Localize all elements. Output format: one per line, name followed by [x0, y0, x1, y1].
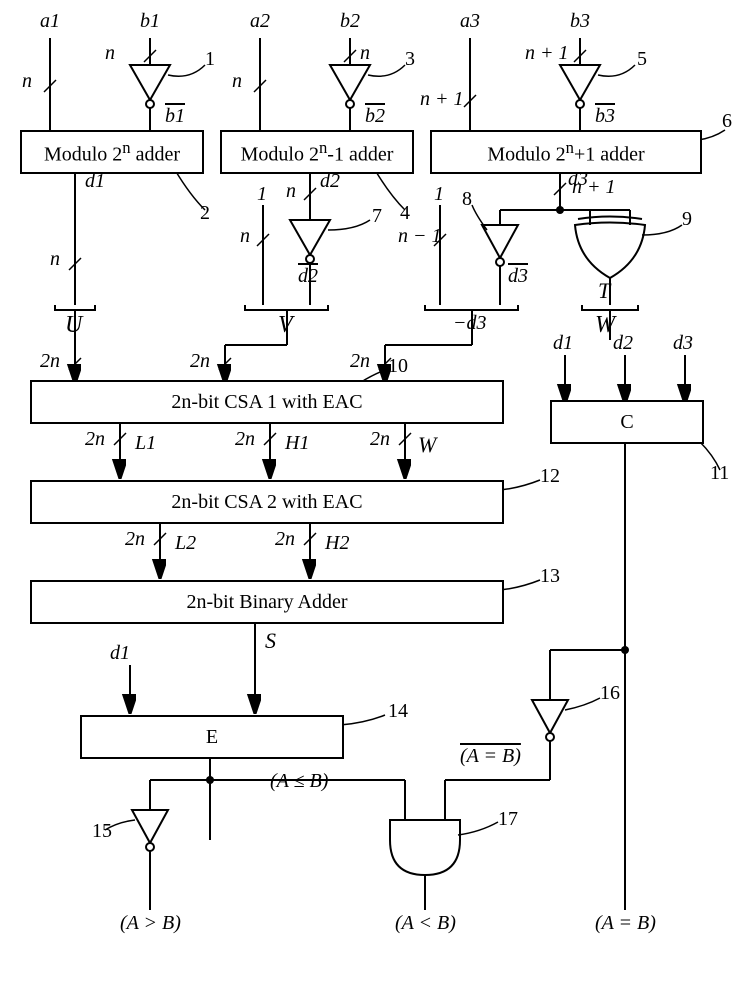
res-aeqb: (A = B)	[595, 912, 656, 935]
ref-9: 9	[682, 208, 692, 231]
aeqb-bar: (A = B)	[460, 745, 521, 768]
ref-10: 10	[388, 355, 408, 378]
b2bar: b2	[365, 105, 385, 128]
const1-v: 1	[257, 183, 267, 206]
ref-12: 12	[540, 465, 560, 488]
label-b3: b3	[570, 10, 590, 33]
width-U: 2n	[40, 350, 60, 373]
binary-adder-box: 2n-bit Binary Adder	[30, 580, 504, 624]
label-b1: b1	[140, 10, 160, 33]
c-d2: d2	[613, 332, 633, 355]
sig-H2: H2	[325, 532, 349, 555]
csa2-box: 2n-bit CSA 2 with EAC	[30, 480, 504, 524]
C-box: C	[550, 400, 704, 444]
ref-4: 4	[400, 202, 410, 225]
res-altb: (A < B)	[395, 912, 456, 935]
ref-1: 1	[205, 48, 215, 71]
width-a2: n	[232, 70, 242, 93]
width-1d3: n − 1	[398, 225, 442, 248]
ref-7: 7	[372, 205, 382, 228]
sig-T: T	[598, 278, 610, 304]
width-a1: n	[22, 70, 32, 93]
ref-2: 2	[200, 202, 210, 225]
c-d3: d3	[673, 332, 693, 355]
modulo-2n-adder: Modulo 2n adder	[20, 130, 204, 174]
res-aleb: (A ≤ B)	[270, 770, 328, 793]
csa1-box: 2n-bit CSA 1 with EAC	[30, 380, 504, 424]
ref-3: 3	[405, 48, 415, 71]
sig-L2: L2	[175, 532, 196, 555]
ref-6: 6	[722, 110, 732, 133]
sig-S: S	[265, 628, 276, 654]
width-d1: n	[50, 248, 60, 271]
w-H2: 2n	[275, 528, 295, 551]
sig-L1: L1	[135, 432, 156, 455]
ref-16: 16	[600, 682, 620, 705]
ref-11: 11	[710, 462, 729, 485]
label-b2: b2	[340, 10, 360, 33]
width-d3: n + 1	[572, 176, 616, 199]
width-V: 2n	[190, 350, 210, 373]
ref-5: 5	[637, 48, 647, 71]
width-b1: n	[105, 42, 115, 65]
width-d2: n	[286, 180, 296, 203]
const1-d3: 1	[434, 183, 444, 206]
label-a1: a1	[40, 10, 60, 33]
c-d1: d1	[553, 332, 573, 355]
sig-minus-d3: −d3	[453, 312, 487, 335]
width-md3: 2n	[350, 350, 370, 373]
sig-V: V	[278, 312, 293, 339]
circuit-diagram: a1 b1 a2 b2 a3 b3 n n n n n + 1 n + 1 b1…	[10, 10, 730, 990]
label-a3: a3	[460, 10, 480, 33]
width-b3: n + 1	[525, 42, 569, 65]
label-a2: a2	[250, 10, 270, 33]
width-b2: n	[360, 42, 370, 65]
ref-13: 13	[540, 565, 560, 588]
sig-W: W	[595, 312, 615, 339]
w-L2: 2n	[125, 528, 145, 551]
ref-14: 14	[388, 700, 408, 723]
b3bar: b3	[595, 105, 615, 128]
sig-d1-E: d1	[110, 642, 130, 665]
ref-15: 15	[92, 820, 112, 843]
ref-8: 8	[462, 188, 472, 211]
d2bar: d2	[298, 265, 318, 288]
ref-17: 17	[498, 808, 518, 831]
width-1v: n	[240, 225, 250, 248]
w-H1: 2n	[235, 428, 255, 451]
res-agtb: (A > B)	[120, 912, 181, 935]
modulo-2n-1-adder: Modulo 2n-1 adder	[220, 130, 414, 174]
sig-U: U	[65, 312, 82, 339]
E-box: E	[80, 715, 344, 759]
width-a3: n + 1	[420, 88, 464, 111]
w-W: 2n	[370, 428, 390, 451]
sig-H1: H1	[285, 432, 309, 455]
b1bar: b1	[165, 105, 185, 128]
modulo-2n-p1-adder: Modulo 2n+1 adder	[430, 130, 702, 174]
sig-W2: W	[418, 432, 436, 458]
d3bar: d3	[508, 265, 528, 288]
w-L1: 2n	[85, 428, 105, 451]
